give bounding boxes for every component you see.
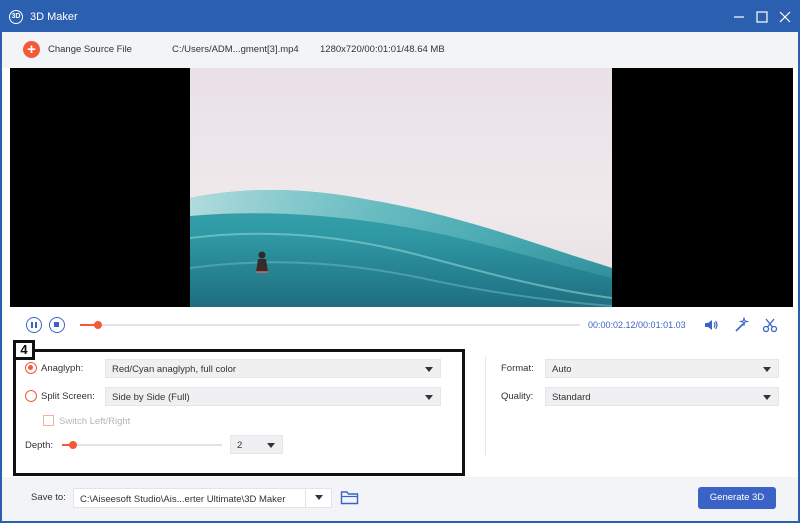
progress-slider[interactable] xyxy=(80,321,580,329)
source-toolbar: + Change Source File C:/Users/ADM...gmen… xyxy=(2,32,798,68)
scissors-icon[interactable] xyxy=(762,317,778,333)
step-badge: 4 xyxy=(13,340,35,360)
volume-icon[interactable] xyxy=(703,317,719,333)
panel-divider xyxy=(485,357,486,455)
quality-select-value: Standard xyxy=(552,392,591,403)
save-path-dropdown-button[interactable] xyxy=(305,489,331,507)
format-label: Format: xyxy=(501,363,534,374)
generate-3d-button[interactable]: Generate 3D xyxy=(698,487,776,509)
bottom-bar: Save to: C:\Aiseesoft Studio\Ais...erter… xyxy=(2,477,798,521)
split-screen-select[interactable]: Side by Side (Full) xyxy=(105,387,441,406)
save-to-label: Save to: xyxy=(31,492,66,503)
title-bar: 3D 3D Maker xyxy=(2,2,798,32)
switch-left-right-checkbox[interactable] xyxy=(43,415,54,426)
current-time: 00:00:02.12 xyxy=(588,320,636,330)
split-screen-radio[interactable] xyxy=(25,390,37,402)
format-select-value: Auto xyxy=(552,364,572,375)
anaglyph-select[interactable]: Red/Cyan anaglyph, full color xyxy=(105,359,441,378)
quality-label: Quality: xyxy=(501,391,534,402)
quality-select[interactable]: Standard xyxy=(545,387,779,406)
depth-label: Depth: xyxy=(25,440,53,451)
window-title: 3D Maker xyxy=(30,11,78,23)
change-source-button[interactable]: Change Source File xyxy=(48,44,132,55)
pause-icon[interactable] xyxy=(26,317,42,333)
split-screen-select-value: Side by Side (Full) xyxy=(112,392,190,403)
switch-left-right-label: Switch Left/Right xyxy=(59,416,131,427)
anaglyph-radio[interactable] xyxy=(25,362,37,374)
app-window: 3D 3D Maker + Change Source File C:/User… xyxy=(0,0,800,523)
stop-icon[interactable] xyxy=(49,317,65,333)
magic-wand-icon[interactable] xyxy=(733,317,749,333)
chevron-down-icon xyxy=(763,395,771,400)
settings-panel: 4 Anaglyph: Red/Cyan anaglyph, full colo… xyxy=(10,340,793,477)
chevron-down-icon xyxy=(315,495,323,500)
app-logo-icon: 3D xyxy=(9,10,23,24)
anaglyph-select-value: Red/Cyan anaglyph, full color xyxy=(112,364,237,375)
format-select[interactable]: Auto xyxy=(545,359,779,378)
split-screen-label: Split Screen: xyxy=(41,391,95,402)
video-frame xyxy=(190,68,612,307)
playback-bar: 00:00:02.12/00:01:01.03 xyxy=(2,308,798,340)
minimize-icon[interactable] xyxy=(729,7,749,27)
depth-select[interactable]: 2 xyxy=(230,435,283,454)
progress-handle[interactable] xyxy=(94,321,102,329)
save-path-select[interactable]: C:\Aiseesoft Studio\Ais...erter Ultimate… xyxy=(73,488,332,508)
source-file-path: C:/Users/ADM...gment[3].mp4 xyxy=(172,44,299,55)
anaglyph-label: Anaglyph: xyxy=(41,363,84,374)
video-preview xyxy=(10,68,793,307)
total-time: /00:01:01.03 xyxy=(635,320,686,330)
chevron-down-icon xyxy=(425,395,433,400)
folder-icon[interactable] xyxy=(340,489,359,506)
maximize-icon[interactable] xyxy=(752,7,772,27)
chevron-down-icon xyxy=(425,367,433,372)
add-icon[interactable]: + xyxy=(23,41,40,58)
chevron-down-icon xyxy=(763,367,771,372)
surf-wave-image xyxy=(190,68,612,307)
depth-select-value: 2 xyxy=(237,440,243,451)
chevron-down-icon xyxy=(267,443,275,448)
close-icon[interactable] xyxy=(775,7,795,27)
save-path-value: C:\Aiseesoft Studio\Ais...erter Ultimate… xyxy=(80,494,286,505)
depth-slider-handle[interactable] xyxy=(69,441,77,449)
depth-slider[interactable] xyxy=(62,441,222,449)
time-display: 00:00:02.12/00:01:01.03 xyxy=(588,320,686,330)
source-file-info: 1280x720/00:01:01/48.64 MB xyxy=(320,44,445,55)
